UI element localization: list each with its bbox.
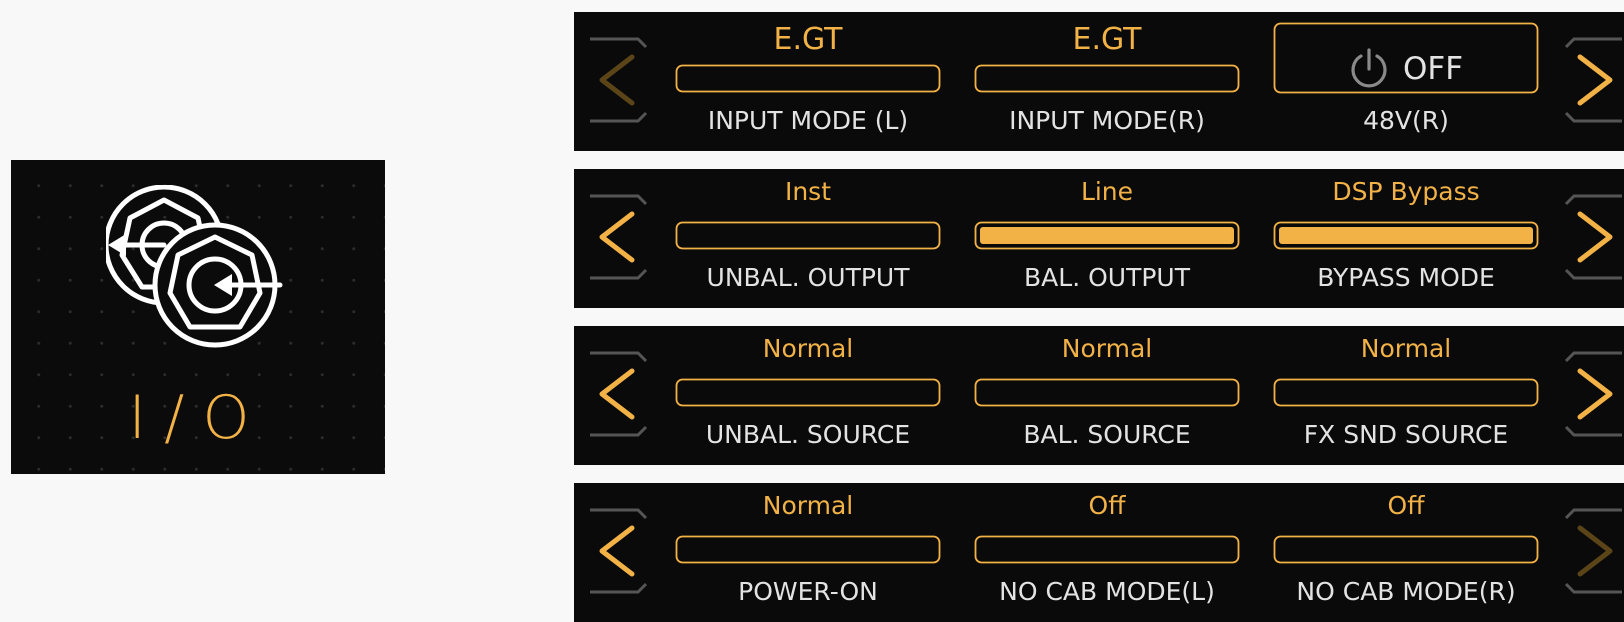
parameter-value: Normal: [762, 334, 854, 363]
parameter-label: BYPASS MODE: [1317, 263, 1495, 292]
power-icon: [1351, 48, 1387, 88]
next-page-arrow-icon[interactable]: [1560, 351, 1624, 441]
selection-bar[interactable]: [974, 64, 1240, 93]
parameter-cell[interactable]: Off NO CAB MODE(L): [974, 483, 1240, 622]
parameter-value: Normal: [1360, 334, 1452, 363]
parameter-cell[interactable]: Inst UNBAL. OUTPUT: [675, 169, 941, 308]
parameter-cell[interactable]: E.GT INPUT MODE (L): [675, 12, 941, 151]
parameter-value: DSP Bypass: [1332, 177, 1480, 206]
parameter-cell[interactable]: Off NO CAB MODE(R): [1273, 483, 1539, 622]
io-tile[interactable]: I/O: [11, 160, 385, 474]
selection-bar[interactable]: [675, 535, 941, 564]
selection-bar-filled[interactable]: [974, 221, 1240, 250]
parameter-row: Normal UNBAL. SOURCE Normal BAL. SOURCE Norm…: [574, 326, 1624, 465]
parameter-label: NO CAB MODE(L): [999, 577, 1215, 606]
next-page-arrow-icon[interactable]: [1560, 194, 1624, 284]
parameter-value: Off: [1387, 491, 1425, 520]
parameter-label: POWER-ON: [738, 577, 878, 606]
parameter-row: Inst UNBAL. OUTPUT Line BAL. OUTPUT DSP Bypa…: [574, 169, 1624, 308]
parameter-cell[interactable]: Normal FX SND SOURCE: [1273, 326, 1539, 465]
parameter-row: E.GT INPUT MODE (L) E.GT INPUT MODE(R) OFF 48…: [574, 12, 1624, 151]
parameter-cell[interactable]: E.GT INPUT MODE(R): [974, 12, 1240, 151]
parameter-value: Normal: [1061, 334, 1153, 363]
parameter-cell[interactable]: Normal UNBAL. SOURCE: [675, 326, 941, 465]
prev-page-arrow-icon[interactable]: [588, 351, 652, 441]
toggle-value: OFF: [1402, 51, 1464, 87]
parameter-label: FX SND SOURCE: [1303, 420, 1509, 449]
prev-page-arrow-icon[interactable]: [588, 194, 652, 284]
prev-page-arrow-icon[interactable]: [588, 37, 652, 127]
toggle-48v-button[interactable]: OFF: [1273, 22, 1539, 94]
selection-bar[interactable]: [1273, 378, 1539, 407]
parameter-cell[interactable]: Line BAL. OUTPUT: [974, 169, 1240, 308]
parameter-label: UNBAL. SOURCE: [705, 420, 911, 449]
next-page-arrow-icon[interactable]: [1560, 37, 1624, 127]
parameter-cell[interactable]: Normal BAL. SOURCE: [974, 326, 1240, 465]
parameter-label: UNBAL. OUTPUT: [706, 263, 910, 292]
parameter-cell[interactable]: Normal POWER-ON: [675, 483, 941, 622]
input-output-jack-icon: [106, 185, 283, 348]
selection-bar[interactable]: [675, 221, 941, 250]
selection-bar[interactable]: [675, 378, 941, 407]
parameter-cell[interactable]: OFF 48V(R): [1273, 12, 1539, 151]
parameter-value: Line: [1080, 177, 1134, 206]
next-page-arrow-icon[interactable]: [1560, 508, 1624, 598]
selection-bar[interactable]: [1273, 535, 1539, 564]
selection-bar[interactable]: [974, 535, 1240, 564]
parameter-label: BAL. OUTPUT: [1024, 263, 1190, 292]
parameter-label: INPUT MODE (L): [707, 106, 909, 135]
parameter-value: Off: [1088, 491, 1126, 520]
parameter-label: 48V(R): [1363, 106, 1449, 135]
parameter-value: E.GT: [773, 22, 843, 57]
selection-bar[interactable]: [675, 64, 941, 93]
parameter-value: E.GT: [1072, 22, 1142, 57]
parameter-label: NO CAB MODE(R): [1296, 577, 1516, 606]
prev-page-arrow-icon[interactable]: [588, 508, 652, 598]
selection-bar[interactable]: [974, 378, 1240, 407]
selection-bar-filled[interactable]: [1273, 221, 1539, 250]
parameter-value: Inst: [784, 177, 832, 206]
parameter-cell[interactable]: DSP Bypass BYPASS MODE: [1273, 169, 1539, 308]
parameter-row: Normal POWER-ON Off NO CAB MODE(L) Off NO CAB…: [574, 483, 1624, 622]
parameter-value: Normal: [762, 491, 854, 520]
parameter-label: BAL. SOURCE: [1023, 420, 1191, 449]
io-label: I/O: [128, 383, 268, 453]
parameter-label: INPUT MODE(R): [1009, 106, 1205, 135]
